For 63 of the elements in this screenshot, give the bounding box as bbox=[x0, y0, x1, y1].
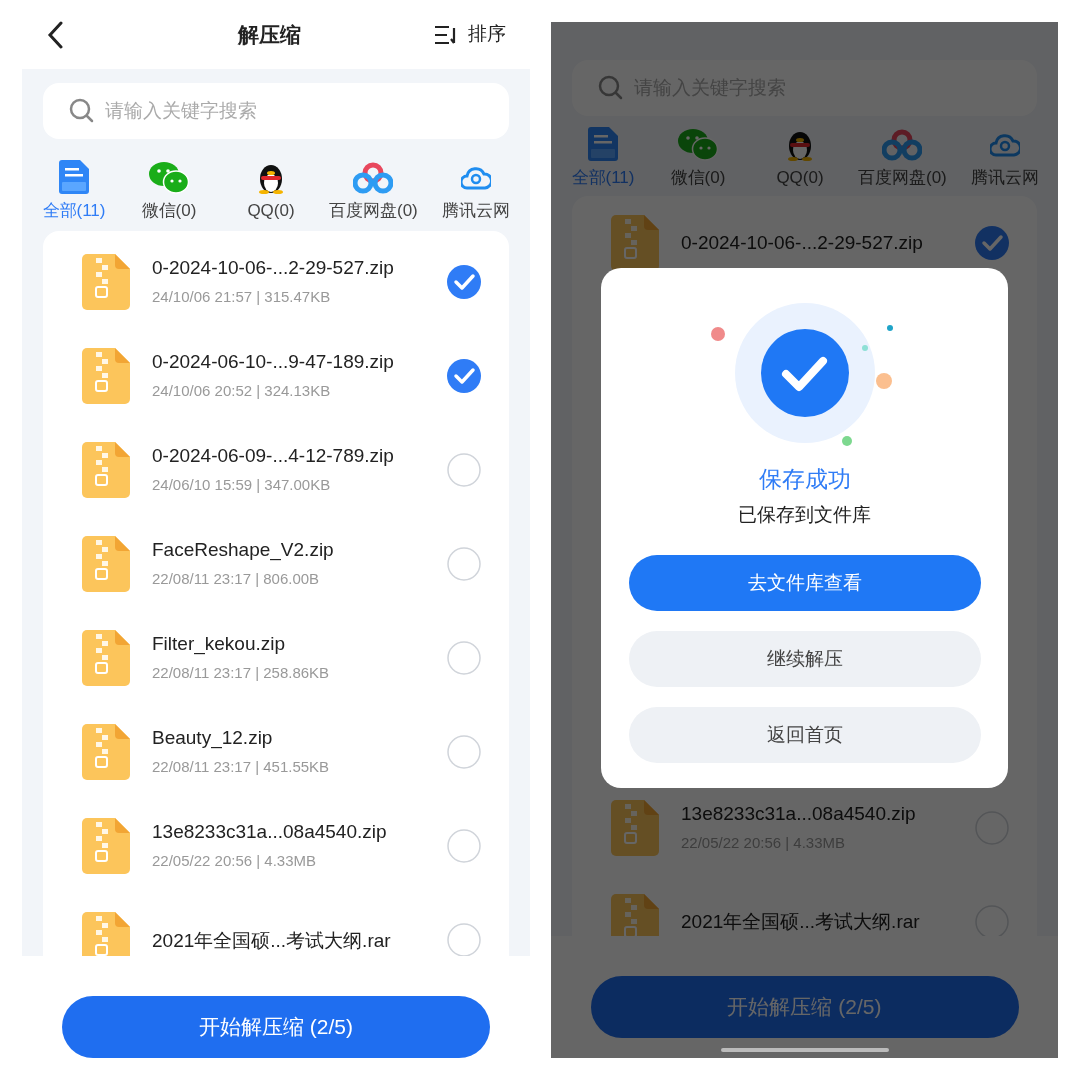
file-name: FaceReshape_V2.zip bbox=[152, 538, 335, 563]
category-tab[interactable]: QQ(0) bbox=[224, 153, 318, 224]
file-meta: 22/05/22 20:56 | 4.33MB bbox=[152, 851, 318, 872]
unchecked-circle-icon[interactable] bbox=[447, 735, 481, 770]
rings-icon bbox=[353, 161, 394, 194]
zip-file-icon bbox=[82, 348, 130, 405]
category-tab[interactable]: 腾讯云网 bbox=[957, 120, 1052, 190]
file-name: 0-2024-10-06-...2-29-527.zip bbox=[152, 256, 395, 281]
start-extract-button[interactable]: 开始解压缩 (2/5) bbox=[590, 976, 1019, 1038]
zip-file-icon bbox=[82, 724, 130, 781]
dialog-button[interactable]: 去文件库查看 bbox=[628, 555, 981, 611]
file-meta: 24/10/06 21:57 | 315.47KB bbox=[152, 287, 332, 308]
file-meta: 24/10/06 20:52 | 324.13KB bbox=[152, 381, 332, 402]
rings-icon bbox=[882, 128, 923, 161]
file-name: 0-2024-10-06-...2-29-527.zip bbox=[681, 231, 924, 255]
search-icon bbox=[598, 75, 624, 101]
sort-button[interactable]: 排序 bbox=[434, 20, 506, 49]
zip-file-icon bbox=[82, 254, 130, 311]
category-tab[interactable]: 百度网盘(0) bbox=[326, 153, 421, 224]
file-meta: 22/08/11 23:17 | 258.86KB bbox=[152, 663, 331, 684]
file-name: 0-2024-06-09-...4-12-789.zip bbox=[152, 444, 395, 469]
checked-circle-icon[interactable] bbox=[447, 359, 481, 394]
file-name: 0-2024-06-10-...9-47-189.zip bbox=[152, 350, 395, 375]
file-name: 13e8233c31a...08a4540.zip bbox=[681, 801, 917, 826]
category-tab[interactable]: 微信(0) bbox=[651, 120, 745, 190]
category-tab[interactable]: 微信(0) bbox=[122, 153, 216, 224]
dialog-button[interactable]: 继续解压 bbox=[628, 631, 981, 687]
unchecked-circle-icon[interactable] bbox=[447, 547, 481, 582]
document-icon bbox=[588, 126, 618, 161]
file-meta: 22/08/11 23:17 | 806.00B bbox=[152, 569, 321, 590]
zip-file-icon bbox=[82, 442, 130, 499]
search-field[interactable]: 请输入关键字搜索 bbox=[43, 83, 509, 140]
document-icon bbox=[59, 159, 89, 194]
file-name: 13e8233c31a...08a4540.zip bbox=[152, 820, 388, 845]
search-icon bbox=[69, 98, 95, 125]
dialog-button[interactable]: 返回首页 bbox=[628, 707, 981, 763]
file-meta: 24/06/10 15:59 | 347.00KB bbox=[152, 475, 332, 496]
chat-bubbles-icon bbox=[678, 128, 718, 161]
sort-icon bbox=[434, 24, 458, 45]
checked-circle-icon[interactable] bbox=[975, 226, 1009, 260]
file-meta: 22/08/11 23:17 | 451.55KB bbox=[152, 757, 331, 778]
category-tab[interactable]: 腾讯云网 bbox=[428, 153, 523, 224]
category-tab[interactable]: QQ(0) bbox=[753, 120, 847, 190]
zip-file-icon bbox=[82, 536, 130, 593]
file-name: Beauty_12.zip bbox=[152, 726, 274, 751]
back-icon[interactable] bbox=[46, 20, 64, 49]
zip-file-icon bbox=[82, 818, 130, 875]
zip-file-icon bbox=[611, 800, 659, 856]
unchecked-circle-icon[interactable] bbox=[447, 453, 481, 488]
checked-circle-icon[interactable] bbox=[447, 265, 481, 300]
category-tab[interactable]: 百度网盘(0) bbox=[855, 120, 950, 190]
chat-bubbles-icon bbox=[149, 161, 189, 194]
file-name: Filter_kekou.zip bbox=[152, 632, 287, 657]
start-extract-button[interactable]: 开始解压缩 (2/5) bbox=[62, 996, 490, 1058]
zip-file-icon bbox=[82, 630, 130, 687]
dialog-message: 已保存到文件库 bbox=[738, 502, 871, 527]
unchecked-circle-icon[interactable] bbox=[447, 641, 481, 676]
file-name: 2021年全国硕...考试大纲.rar bbox=[152, 928, 392, 953]
dialog-title: 保存成功 bbox=[758, 465, 851, 494]
file-name: 2021年全国硕...考试大纲.rar bbox=[681, 910, 921, 934]
category-tab[interactable]: 全部(11) bbox=[34, 153, 114, 224]
unchecked-circle-icon[interactable] bbox=[447, 829, 481, 864]
page-title: 解压缩 bbox=[237, 21, 301, 48]
